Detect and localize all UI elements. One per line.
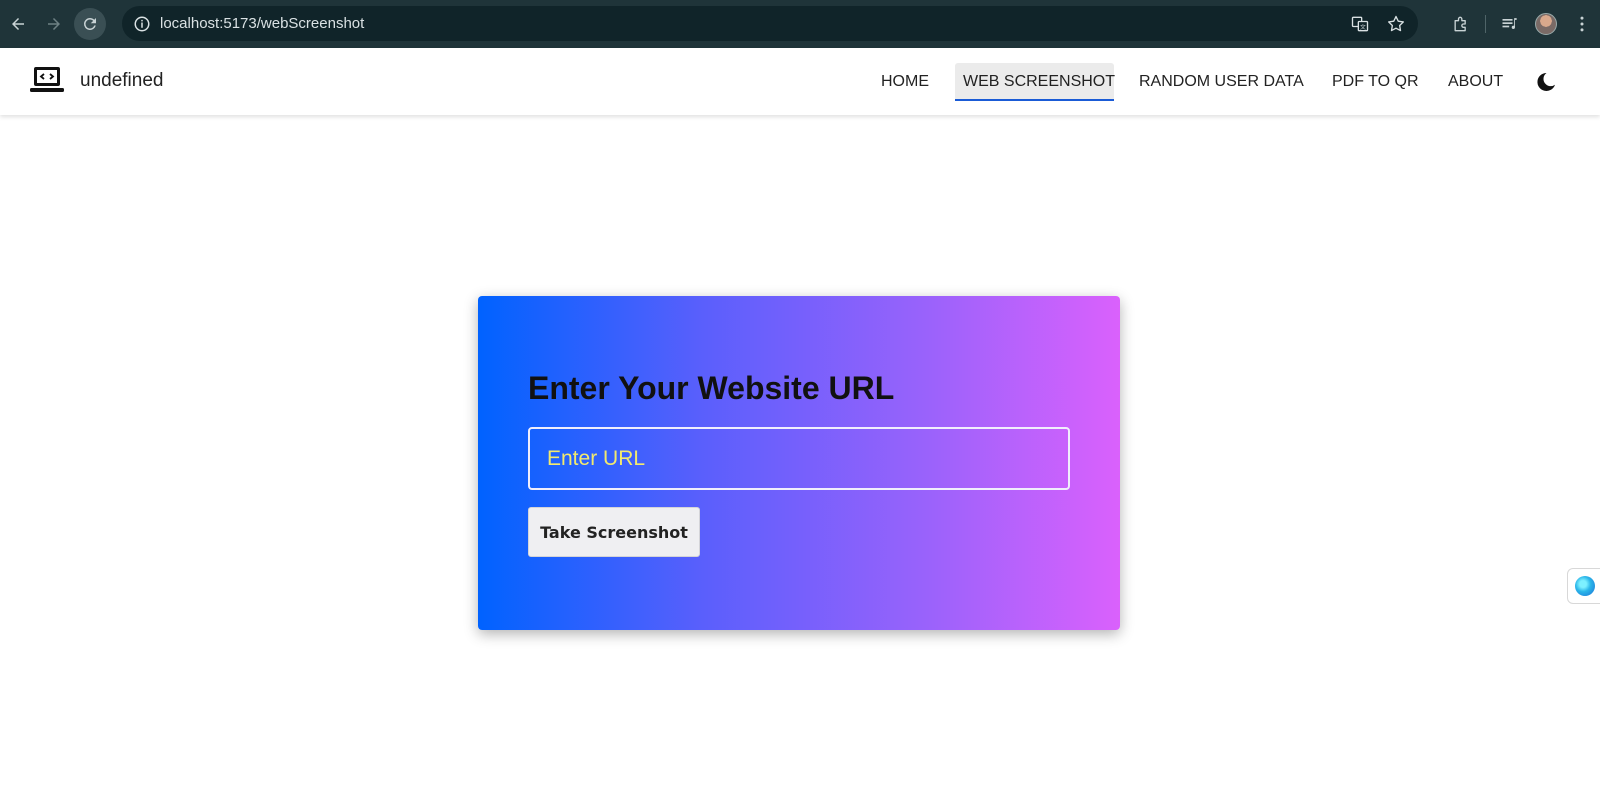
assistant-orb-icon xyxy=(1575,576,1595,596)
profile-button[interactable] xyxy=(1528,6,1564,42)
url-input[interactable] xyxy=(528,427,1070,490)
back-button[interactable] xyxy=(2,8,34,40)
browser-toolbar: localhost:5173/webScreenshot 文 xyxy=(0,0,1600,48)
browser-menu-button[interactable] xyxy=(1564,6,1600,42)
kebab-menu-icon xyxy=(1580,16,1584,32)
url-text[interactable]: localhost:5173/webScreenshot xyxy=(160,15,364,32)
floating-assistant-button[interactable] xyxy=(1567,568,1600,604)
nav-home[interactable]: HOME xyxy=(873,63,937,101)
forward-button[interactable] xyxy=(38,8,70,40)
site-info-icon[interactable] xyxy=(132,14,152,34)
avatar xyxy=(1535,13,1557,35)
take-screenshot-button[interactable]: Take Screenshot xyxy=(528,507,700,557)
translate-icon[interactable]: 文 xyxy=(1350,14,1370,34)
reload-icon xyxy=(83,17,96,30)
app-header: undefined HOME WEB SCREENSHOT RANDOM USE… xyxy=(0,48,1600,115)
laptop-code-icon[interactable] xyxy=(29,66,65,96)
card-title: Enter Your Website URL xyxy=(528,370,895,406)
address-bar[interactable]: localhost:5173/webScreenshot 文 xyxy=(122,6,1418,41)
playlist-icon xyxy=(1502,18,1517,30)
brand-name[interactable]: undefined xyxy=(80,70,163,92)
arrow-left-icon xyxy=(12,18,24,30)
nav-pdf-to-qr[interactable]: PDF TO QR xyxy=(1324,63,1427,101)
arrow-right-icon xyxy=(48,18,60,30)
svg-text:文: 文 xyxy=(1360,23,1366,31)
moon-icon[interactable] xyxy=(1534,70,1558,94)
media-controls-button[interactable] xyxy=(1492,6,1528,42)
extensions-button[interactable] xyxy=(1443,6,1479,42)
bookmark-star-icon[interactable] xyxy=(1386,14,1406,34)
nav-web-screenshot[interactable]: WEB SCREENSHOT xyxy=(955,63,1115,101)
toolbar-divider xyxy=(1485,15,1486,33)
nav-about[interactable]: ABOUT xyxy=(1440,63,1511,101)
reload-button[interactable] xyxy=(74,8,106,40)
nav-random-user-data[interactable]: RANDOM USER DATA xyxy=(1131,63,1312,101)
screenshot-card: Enter Your Website URL Take Screenshot xyxy=(478,296,1120,630)
puzzle-icon xyxy=(1454,16,1466,32)
